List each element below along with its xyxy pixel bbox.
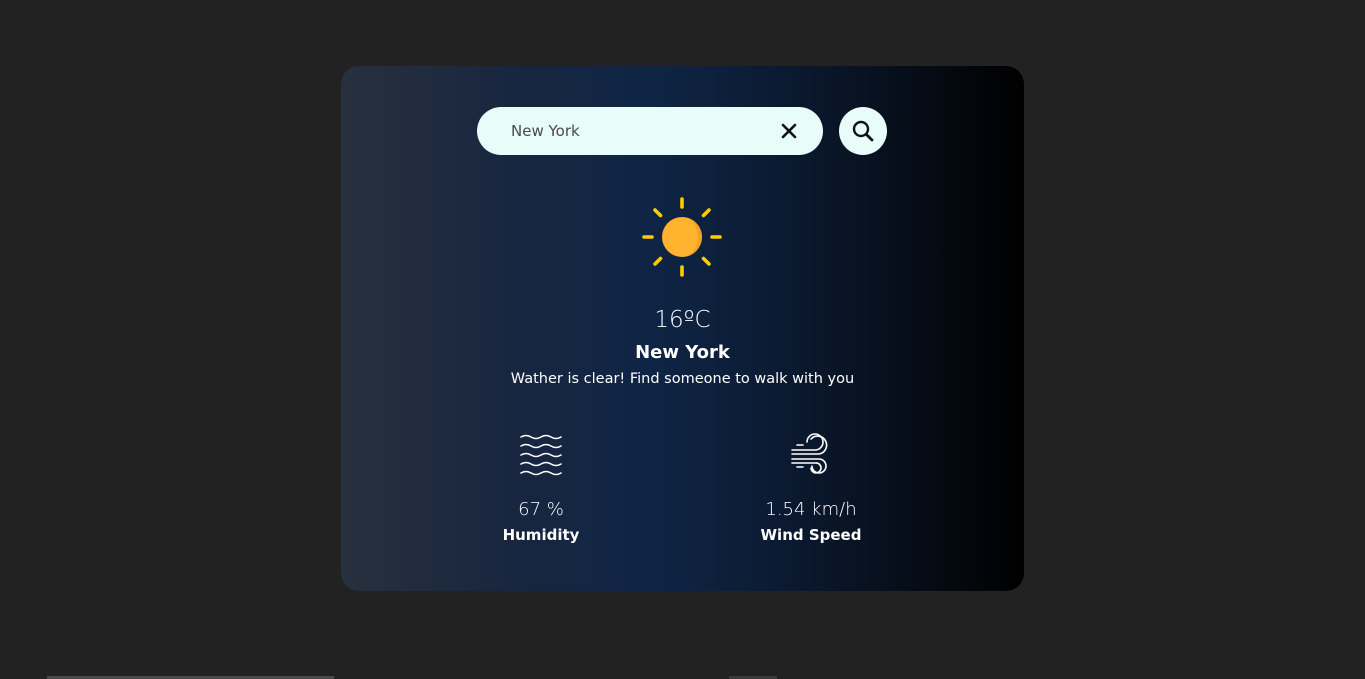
- humidity-label: Humidity: [502, 526, 580, 544]
- temperature: 16ºC: [654, 307, 711, 333]
- wind-detail: 1.54 km/h Wind Speed: [711, 433, 911, 544]
- search-icon: [852, 120, 874, 142]
- search-button[interactable]: [839, 107, 887, 155]
- humidity-waves-icon: [520, 434, 562, 476]
- wind-value: 1.54 km/h: [765, 499, 857, 520]
- sun-icon: [642, 197, 722, 277]
- weather-description: Wather is clear! Find someone to walk wi…: [510, 371, 855, 387]
- humidity-detail: 67 % Humidity: [441, 433, 641, 544]
- city-name: New York: [635, 342, 730, 363]
- wind-label: Wind Speed: [760, 526, 862, 544]
- clear-search-button[interactable]: [777, 119, 801, 143]
- humidity-value: 67 %: [518, 499, 564, 520]
- search-input[interactable]: [477, 107, 767, 155]
- wind-icon: [791, 433, 828, 474]
- close-icon: [781, 123, 797, 139]
- search-box: [477, 107, 823, 155]
- weather-card: 16ºC New York Wather is clear! Find some…: [341, 66, 1024, 591]
